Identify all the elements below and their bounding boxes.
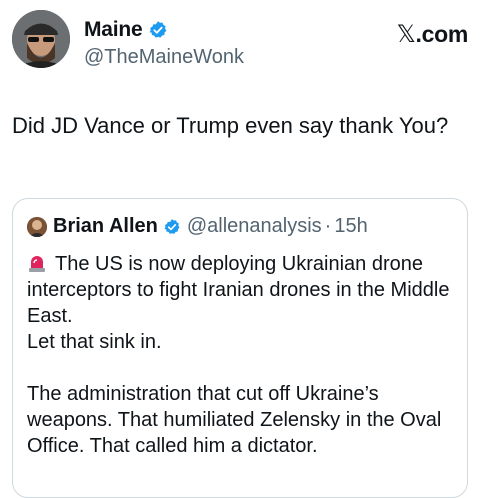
- time-separator: ·: [324, 215, 332, 237]
- quoted-paragraph-1: The US is now deploying Ukrainian drone …: [27, 251, 457, 329]
- quoted-author-avatar[interactable]: [27, 216, 47, 237]
- x-logo-icon: 𝕏: [396, 20, 416, 48]
- quoted-author-name[interactable]: Brian Allen: [53, 215, 158, 238]
- quoted-line-3: The administration that cut off Ukraine’…: [27, 383, 442, 457]
- quoted-line-2: Let that sink in.: [27, 331, 162, 353]
- quoted-tweet[interactable]: Brian Allen @allenanalysis · 15h The US …: [12, 198, 468, 498]
- quoted-timestamp[interactable]: 15h: [334, 215, 367, 238]
- quoted-tweet-header: Brian Allen @allenanalysis · 15h: [27, 215, 368, 238]
- quoted-line-1: The US is now deploying Ukrainian drone …: [27, 253, 450, 327]
- avatar[interactable]: [12, 10, 70, 68]
- police-siren-icon: [29, 256, 45, 272]
- author-name-row: Maine: [84, 18, 168, 42]
- x-logo: 𝕏.com: [396, 20, 468, 48]
- author-handle[interactable]: @TheMaineWonk: [84, 46, 244, 69]
- quoted-tweet-body: The US is now deploying Ukrainian drone …: [27, 251, 457, 459]
- tweet-text: Did JD Vance or Trump even say thank You…: [12, 113, 449, 138]
- quoted-verified-badge-icon: [164, 218, 180, 234]
- author-name[interactable]: Maine: [84, 18, 143, 42]
- x-logo-suffix: .com: [415, 21, 469, 47]
- quoted-author-handle[interactable]: @allenanalysis: [187, 215, 322, 238]
- verified-badge-icon: [149, 21, 166, 38]
